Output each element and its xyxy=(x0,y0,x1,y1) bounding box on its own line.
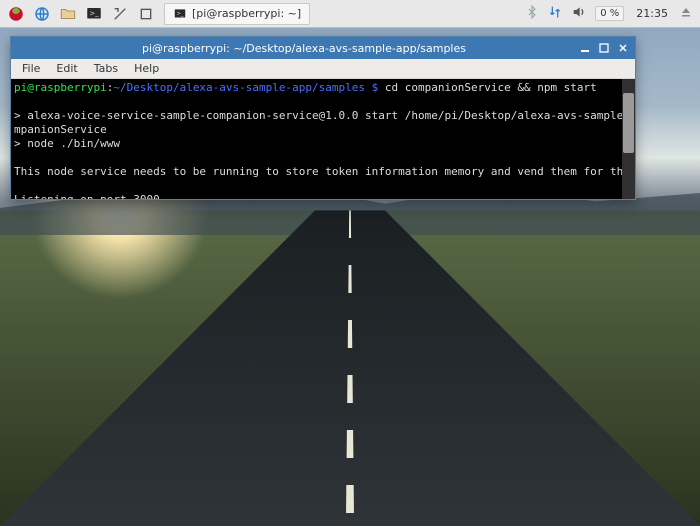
app-icon[interactable] xyxy=(134,3,158,25)
file-manager-icon[interactable] xyxy=(56,3,80,25)
terminal-window: pi@raspberrypi: ~/Desktop/alexa-avs-samp… xyxy=(10,36,636,200)
clock[interactable]: 21:35 xyxy=(632,7,672,20)
network-icon[interactable] xyxy=(547,4,563,23)
menu-help[interactable]: Help xyxy=(127,60,166,77)
minimize-button[interactable] xyxy=(577,41,593,55)
terminal-output[interactable]: pi@raspberrypi:~/Desktop/alexa-avs-sampl… xyxy=(11,79,635,199)
cpu-usage[interactable]: 0 % xyxy=(595,6,624,21)
maximize-button[interactable] xyxy=(596,41,612,55)
menubar: File Edit Tabs Help xyxy=(11,59,635,79)
taskbar-task-title: [pi@raspberrypi: ~] xyxy=(192,7,301,20)
browser-icon[interactable] xyxy=(30,3,54,25)
window-title: pi@raspberrypi: ~/Desktop/alexa-avs-samp… xyxy=(31,42,577,55)
bluetooth-icon[interactable] xyxy=(525,5,539,22)
svg-text:>_: >_ xyxy=(177,11,184,17)
taskbar-task[interactable]: >_ [pi@raspberrypi: ~] xyxy=(164,3,310,25)
scrollbar-thumb[interactable] xyxy=(623,93,634,153)
terminal-icon: >_ xyxy=(173,7,187,21)
system-tray: 0 % 21:35 xyxy=(525,4,696,23)
svg-text:>_: >_ xyxy=(90,9,100,17)
menu-edit[interactable]: Edit xyxy=(49,60,84,77)
taskbar: >_ >_ [pi@raspberrypi: ~] 0 % 21:35 xyxy=(0,0,700,28)
scrollbar[interactable] xyxy=(622,79,635,199)
close-button[interactable] xyxy=(615,41,631,55)
menu-file[interactable]: File xyxy=(15,60,47,77)
menu-tabs[interactable]: Tabs xyxy=(87,60,125,77)
menu-icon[interactable] xyxy=(4,3,28,25)
terminal-icon[interactable]: >_ xyxy=(82,3,106,25)
eject-icon[interactable] xyxy=(680,6,692,21)
volume-icon[interactable] xyxy=(571,4,587,23)
titlebar[interactable]: pi@raspberrypi: ~/Desktop/alexa-avs-samp… xyxy=(11,37,635,59)
app-icon[interactable] xyxy=(108,3,132,25)
